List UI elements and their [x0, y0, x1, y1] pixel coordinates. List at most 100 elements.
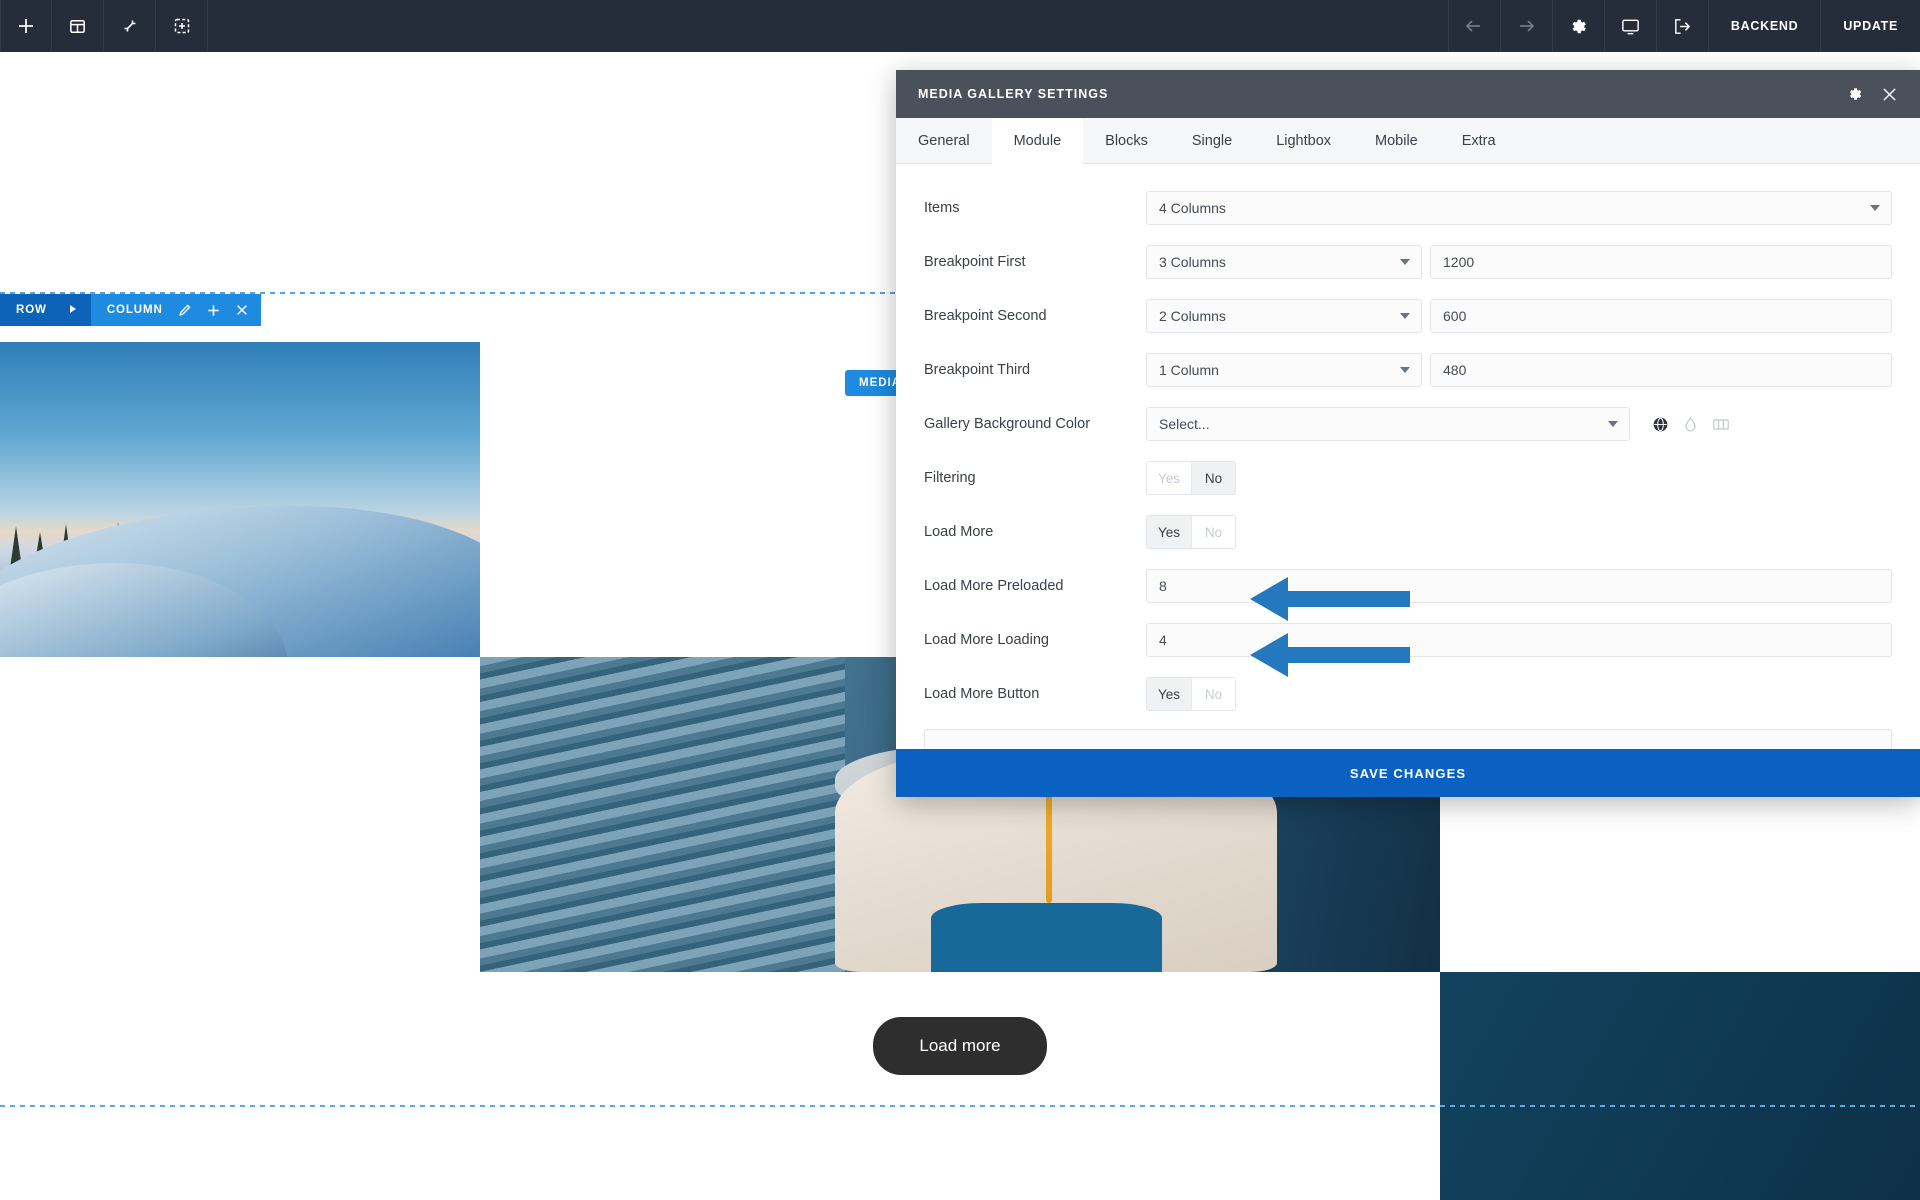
select-area-icon[interactable] [156, 0, 208, 52]
tab-mobile[interactable]: Mobile [1353, 118, 1440, 163]
filtering-no-option[interactable]: No [1191, 462, 1235, 494]
media-gallery-settings-modal: MEDIA GALLERY SETTINGS General Module Bl… [896, 70, 1920, 797]
settings-gear-icon[interactable] [1551, 0, 1604, 52]
load-more-wrapper: Load more [0, 1017, 1920, 1075]
load-more-yes-option[interactable]: Yes [1147, 516, 1191, 548]
breakpoint-first-columns-select[interactable]: 3 Columns [1146, 245, 1422, 279]
control-gallery-background-color: Select... [1146, 407, 1892, 441]
field-row-load-more: Load More Yes No [896, 510, 1920, 554]
layout-icon[interactable] [52, 0, 104, 52]
breakpoint-first-columns-value: 3 Columns [1159, 254, 1226, 270]
chevron-down-icon [1400, 259, 1410, 265]
modal-tabs: General Module Blocks Single Lightbox Mo… [896, 118, 1920, 164]
load-more-no-option[interactable]: No [1191, 516, 1235, 548]
field-row-load-more-button: Load More Button Yes No [896, 672, 1920, 716]
control-load-more-preloaded: 8 [1146, 569, 1892, 603]
field-row-filtering: Filtering Yes No [896, 456, 1920, 500]
modal-body: Items 4 Columns Breakpoint First 3 Colum… [896, 164, 1920, 749]
filtering-toggle[interactable]: Yes No [1146, 461, 1236, 495]
items-select[interactable]: 4 Columns [1146, 191, 1892, 225]
backend-button[interactable]: BACKEND [1707, 0, 1820, 52]
undo-icon[interactable] [1447, 0, 1500, 52]
field-row-load-more-loading: Load More Loading 4 [896, 618, 1920, 662]
breakpoint-third-columns-select[interactable]: 1 Column [1146, 353, 1422, 387]
chevron-right-icon [69, 304, 77, 317]
load-more-button-yes-option[interactable]: Yes [1147, 678, 1191, 710]
redo-icon[interactable] [1499, 0, 1552, 52]
color-mode-icons [1652, 416, 1730, 433]
gallery-background-color-value: Select... [1159, 416, 1210, 432]
row-handle[interactable]: ROW [0, 294, 91, 326]
modal-gear-icon[interactable] [1847, 86, 1863, 102]
save-changes-button[interactable]: SAVE CHANGES [896, 749, 1920, 797]
breakpoint-second-columns-select[interactable]: 2 Columns [1146, 299, 1422, 333]
tab-extra[interactable]: Extra [1440, 118, 1518, 163]
edit-pencil-icon[interactable] [177, 303, 192, 318]
load-more-button-toggle[interactable]: Yes No [1146, 677, 1236, 711]
label-load-more-button: Load More Button [924, 686, 1040, 702]
field-row-breakpoint-first: Breakpoint First 3 Columns 1200 [896, 240, 1920, 284]
control-breakpoint-third: 1 Column 480 [1146, 353, 1892, 387]
breakpoint-first-width-input[interactable]: 1200 [1430, 245, 1892, 279]
control-load-more-button: Yes No [1146, 677, 1892, 711]
next-field-partial[interactable] [924, 729, 1892, 749]
load-more-button[interactable]: Load more [873, 1017, 1047, 1075]
control-filtering: Yes No [1146, 461, 1892, 495]
collapse-icon[interactable] [104, 0, 156, 52]
field-row-gallery-background-color: Gallery Background Color Select... [896, 402, 1920, 446]
breakpoint-third-width-input[interactable]: 480 [1430, 353, 1892, 387]
load-more-preloaded-input[interactable]: 8 [1146, 569, 1892, 603]
tab-lightbox[interactable]: Lightbox [1254, 118, 1353, 163]
chevron-down-icon [1608, 421, 1618, 427]
row-column-toolbar: ROW COLUMN [0, 294, 261, 326]
close-column-icon[interactable] [235, 303, 249, 317]
breakpoint-third-width-value: 480 [1443, 362, 1467, 378]
label-gallery-background-color: Gallery Background Color [924, 416, 1091, 432]
preview-monitor-icon[interactable] [1603, 0, 1656, 52]
top-toolbar: BACKEND UPDATE [0, 0, 1920, 52]
tab-single[interactable]: Single [1170, 118, 1254, 163]
column-handle[interactable]: COLUMN [90, 294, 261, 326]
gallery-item-blue-wall[interactable] [1440, 972, 1920, 1200]
load-more-preloaded-value: 8 [1159, 578, 1167, 594]
control-breakpoint-first: 3 Columns 1200 [1146, 245, 1892, 279]
breakpoint-second-columns-value: 2 Columns [1159, 308, 1226, 324]
gallery-background-color-select[interactable]: Select... [1146, 407, 1630, 441]
row-bottom-divider [0, 1105, 1920, 1107]
chevron-down-icon [1400, 313, 1410, 319]
field-row-items: Items 4 Columns [896, 186, 1920, 230]
tab-general[interactable]: General [896, 118, 992, 163]
gallery-item-snow-landscape[interactable] [0, 342, 480, 657]
label-filtering: Filtering [924, 470, 976, 486]
field-row-breakpoint-third: Breakpoint Third 1 Column 480 [896, 348, 1920, 392]
modal-header: MEDIA GALLERY SETTINGS [896, 70, 1920, 118]
column-label: COLUMN [106, 304, 163, 316]
control-items: 4 Columns [1146, 191, 1892, 225]
tab-module[interactable]: Module [991, 118, 1084, 164]
tab-blocks[interactable]: Blocks [1083, 118, 1170, 163]
load-more-loading-input[interactable]: 4 [1146, 623, 1892, 657]
add-element-icon[interactable] [0, 0, 52, 52]
label-load-more: Load More [924, 524, 994, 540]
breakpoint-second-width-input[interactable]: 600 [1430, 299, 1892, 333]
corrugated-wall [480, 657, 845, 972]
gradient-columns-icon[interactable] [1712, 417, 1730, 432]
add-column-icon[interactable] [206, 303, 221, 318]
chevron-down-icon [1400, 367, 1410, 373]
control-load-more: Yes No [1146, 515, 1892, 549]
modal-close-icon[interactable] [1881, 86, 1898, 103]
filtering-yes-option[interactable]: Yes [1147, 462, 1191, 494]
update-button[interactable]: UPDATE [1820, 0, 1920, 52]
load-more-toggle[interactable]: Yes No [1146, 515, 1236, 549]
droplet-icon[interactable] [1683, 416, 1698, 433]
label-load-more-loading: Load More Loading [924, 632, 1049, 648]
editor-page: BACKEND UPDATE ROW COLUMN MEDIA Load mor… [0, 0, 1920, 1200]
globe-icon[interactable] [1652, 416, 1669, 433]
chevron-down-icon [1870, 205, 1880, 211]
label-breakpoint-third: Breakpoint Third [924, 362, 1031, 378]
load-more-button-no-option[interactable]: No [1191, 678, 1235, 710]
field-row-load-more-preloaded: Load More Preloaded 8 [896, 564, 1920, 608]
toolbar-right-group: BACKEND UPDATE [1447, 0, 1920, 52]
exit-icon[interactable] [1655, 0, 1708, 52]
